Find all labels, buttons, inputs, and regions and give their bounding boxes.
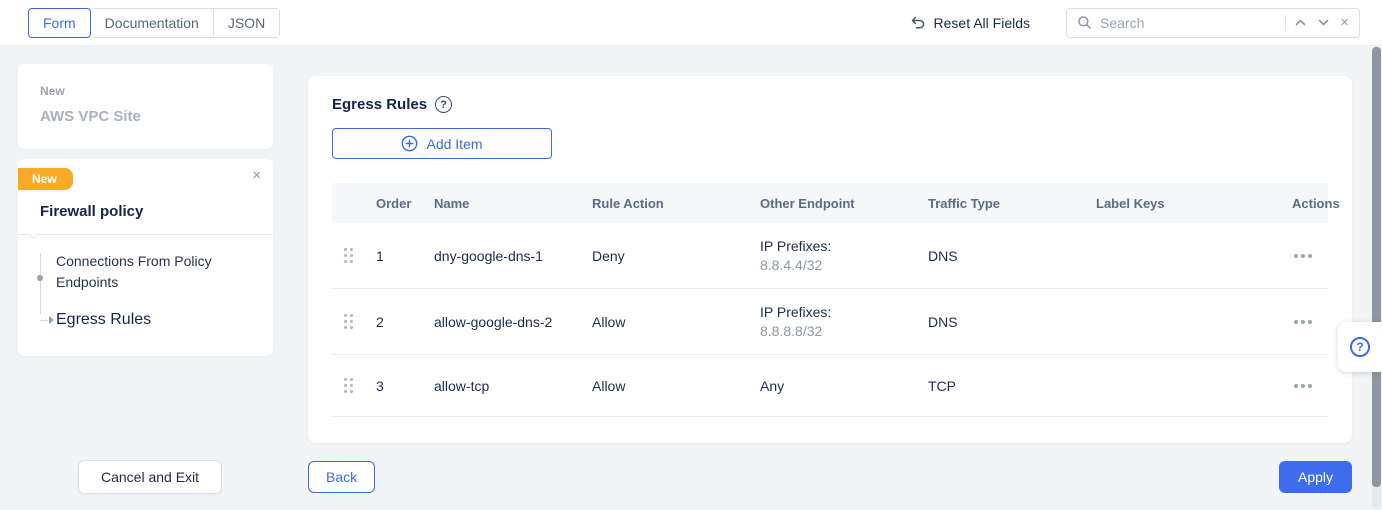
tree-item-label: Egress Rules: [56, 311, 151, 328]
close-policy-icon[interactable]: ×: [252, 167, 261, 184]
cell-other-endpoint: IP Prefixes: 8.8.8.8/32: [760, 304, 928, 339]
cell-name: dny-google-dns-1: [428, 248, 592, 264]
add-item-button[interactable]: Add Item: [332, 128, 552, 159]
cell-traffic-type: TCP: [928, 378, 1096, 394]
parent-status-label: New: [40, 84, 251, 98]
search-box: ×: [1066, 8, 1360, 38]
tree-item-connections[interactable]: Connections From Policy Endpoints: [56, 251, 273, 293]
table-header-row: Order Name Rule Action Other Endpoint Tr…: [332, 183, 1328, 223]
cell-name: allow-tcp: [428, 378, 592, 394]
tab-form[interactable]: Form: [28, 8, 91, 38]
egress-rules-table: Order Name Rule Action Other Endpoint Tr…: [332, 183, 1328, 417]
parent-object-card: New AWS VPC Site: [18, 64, 273, 149]
tree-item-egress-rules[interactable]: Egress Rules: [56, 309, 273, 330]
column-header-traffic-type: Traffic Type: [928, 196, 1096, 211]
cell-order: 1: [366, 248, 428, 264]
plus-circle-icon: [401, 135, 418, 152]
endpoint-value: 8.8.8.8/32: [760, 323, 928, 339]
toolbar-right-cluster: Reset All Fields ×: [910, 8, 1360, 38]
cell-traffic-type: DNS: [928, 248, 1096, 264]
tree-corner-line: [40, 314, 48, 321]
drag-handle-icon[interactable]: [340, 310, 358, 334]
endpoint-type: Any: [760, 378, 928, 394]
reset-icon: [910, 15, 926, 31]
parent-object-title: AWS VPC Site: [40, 108, 251, 125]
search-prev-button[interactable]: [1292, 14, 1309, 31]
endpoint-type: IP Prefixes:: [760, 304, 928, 320]
cell-rule-action: Allow: [592, 378, 760, 394]
cell-rule-action: Deny: [592, 248, 760, 264]
view-tab-group: Form Documentation JSON: [28, 8, 280, 38]
apply-button[interactable]: Apply: [1279, 461, 1352, 493]
back-button[interactable]: Back: [308, 461, 375, 493]
top-toolbar: Form Documentation JSON Reset All Fields: [0, 0, 1382, 46]
cell-traffic-type: DNS: [928, 314, 1096, 330]
search-input[interactable]: [1100, 15, 1279, 31]
firewall-policy-card: New × Firewall policy Connections From P…: [18, 159, 273, 356]
column-header-label-keys: Label Keys: [1096, 196, 1264, 211]
cell-order: 2: [366, 314, 428, 330]
drag-handle-icon[interactable]: [340, 374, 358, 398]
search-next-button[interactable]: [1315, 14, 1332, 31]
endpoint-value: 8.8.4.4/32: [760, 257, 928, 273]
search-icon: [1075, 13, 1094, 32]
tree-item-label: Connections From Policy Endpoints: [56, 253, 212, 290]
panel-title: Egress Rules: [332, 96, 427, 113]
add-item-label: Add Item: [426, 136, 482, 152]
column-header-order: Order: [366, 196, 428, 211]
left-navigation-panel: New AWS VPC Site New × Firewall policy C…: [18, 64, 273, 356]
cell-order: 3: [366, 378, 428, 394]
cell-name: allow-google-dns-2: [428, 314, 592, 330]
drag-handle-icon[interactable]: [340, 244, 358, 268]
row-actions-menu-icon[interactable]: [1292, 378, 1314, 394]
cancel-and-exit-button[interactable]: Cancel and Exit: [78, 460, 222, 494]
reset-all-fields-button[interactable]: Reset All Fields: [910, 15, 1030, 31]
policy-divider: [18, 234, 273, 235]
tree-bullet-icon: [37, 275, 43, 281]
reset-label: Reset All Fields: [934, 15, 1030, 31]
egress-rules-panel: Egress Rules ? Add Item Order Name Rule …: [308, 76, 1352, 443]
search-divider: [1285, 15, 1286, 31]
row-actions-menu-icon[interactable]: [1292, 314, 1314, 330]
tab-json[interactable]: JSON: [213, 9, 279, 37]
column-header-actions: Actions: [1264, 196, 1340, 211]
tree-connector-line: [40, 253, 41, 314]
cell-rule-action: Allow: [592, 314, 760, 330]
help-tooltip-icon[interactable]: ?: [435, 96, 452, 113]
cell-other-endpoint: Any: [760, 378, 928, 394]
new-status-badge: New: [18, 168, 73, 190]
policy-section-tree: Connections From Policy Endpoints Egress…: [56, 251, 273, 330]
table-row: 3 allow-tcp Allow Any TCP: [332, 355, 1328, 417]
tree-arrow-icon: [49, 316, 54, 324]
policy-title: Firewall policy: [40, 203, 273, 220]
table-row: 1 dny-google-dns-1 Deny IP Prefixes: 8.8…: [332, 223, 1328, 289]
endpoint-type: IP Prefixes:: [760, 238, 928, 254]
help-floating-button[interactable]: ?: [1338, 322, 1382, 372]
row-actions-menu-icon[interactable]: [1292, 248, 1314, 264]
panel-title-row: Egress Rules ?: [332, 96, 1328, 113]
search-close-button[interactable]: ×: [1338, 12, 1351, 33]
collapse-notch-icon: [26, 234, 42, 242]
secondary-tab-group: Documentation JSON: [90, 8, 281, 38]
table-row: 2 allow-google-dns-2 Allow IP Prefixes: …: [332, 289, 1328, 355]
cell-other-endpoint: IP Prefixes: 8.8.4.4/32: [760, 238, 928, 273]
column-header-rule-action: Rule Action: [592, 196, 760, 211]
scrollbar-thumb[interactable]: [1372, 47, 1381, 487]
page-scrollbar[interactable]: [1372, 47, 1381, 509]
tab-documentation[interactable]: Documentation: [91, 9, 213, 37]
column-header-other-endpoint: Other Endpoint: [760, 196, 928, 211]
column-header-name: Name: [428, 196, 592, 211]
help-circle-icon: ?: [1350, 337, 1370, 357]
